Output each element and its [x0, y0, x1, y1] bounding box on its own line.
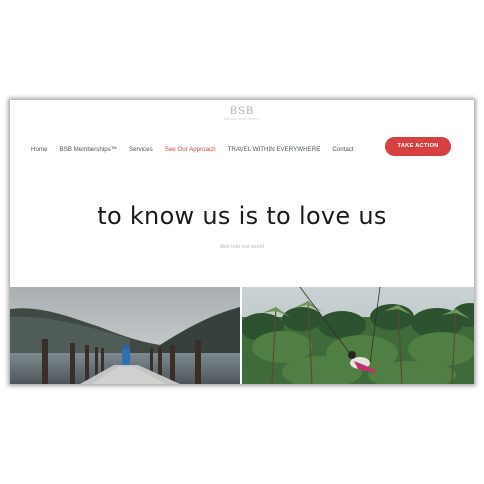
lake-pier-image: [10, 287, 240, 384]
nav-travel-within-everywhere[interactable]: TRAVEL WITHIN EVERYWHERE: [228, 144, 321, 156]
logo-mark: BSB: [229, 106, 255, 117]
nav-contact[interactable]: Contact: [332, 144, 353, 156]
take-action-button[interactable]: TAKE ACTION: [385, 137, 451, 156]
hero-subtitle: dive into our world: [219, 244, 265, 250]
nav-see-our-approach[interactable]: See Our Approach: [165, 144, 216, 156]
hero-title: to know us is to love us: [97, 202, 387, 230]
logo-tagline: bodhi.soul.body: [224, 117, 260, 121]
site-logo[interactable]: BSB bodhi.soul.body: [10, 106, 474, 121]
nav-bsb-memberships[interactable]: BSB Memberships™: [60, 144, 117, 156]
main-nav: Home BSB Memberships™ Services See Our A…: [31, 144, 366, 156]
nav-home[interactable]: Home: [31, 144, 48, 156]
jungle-swing-image: [242, 287, 474, 384]
nav-services[interactable]: Services: [129, 144, 153, 156]
website-screenshot: BSB bodhi.soul.body Home BSB Memberships…: [10, 100, 474, 384]
